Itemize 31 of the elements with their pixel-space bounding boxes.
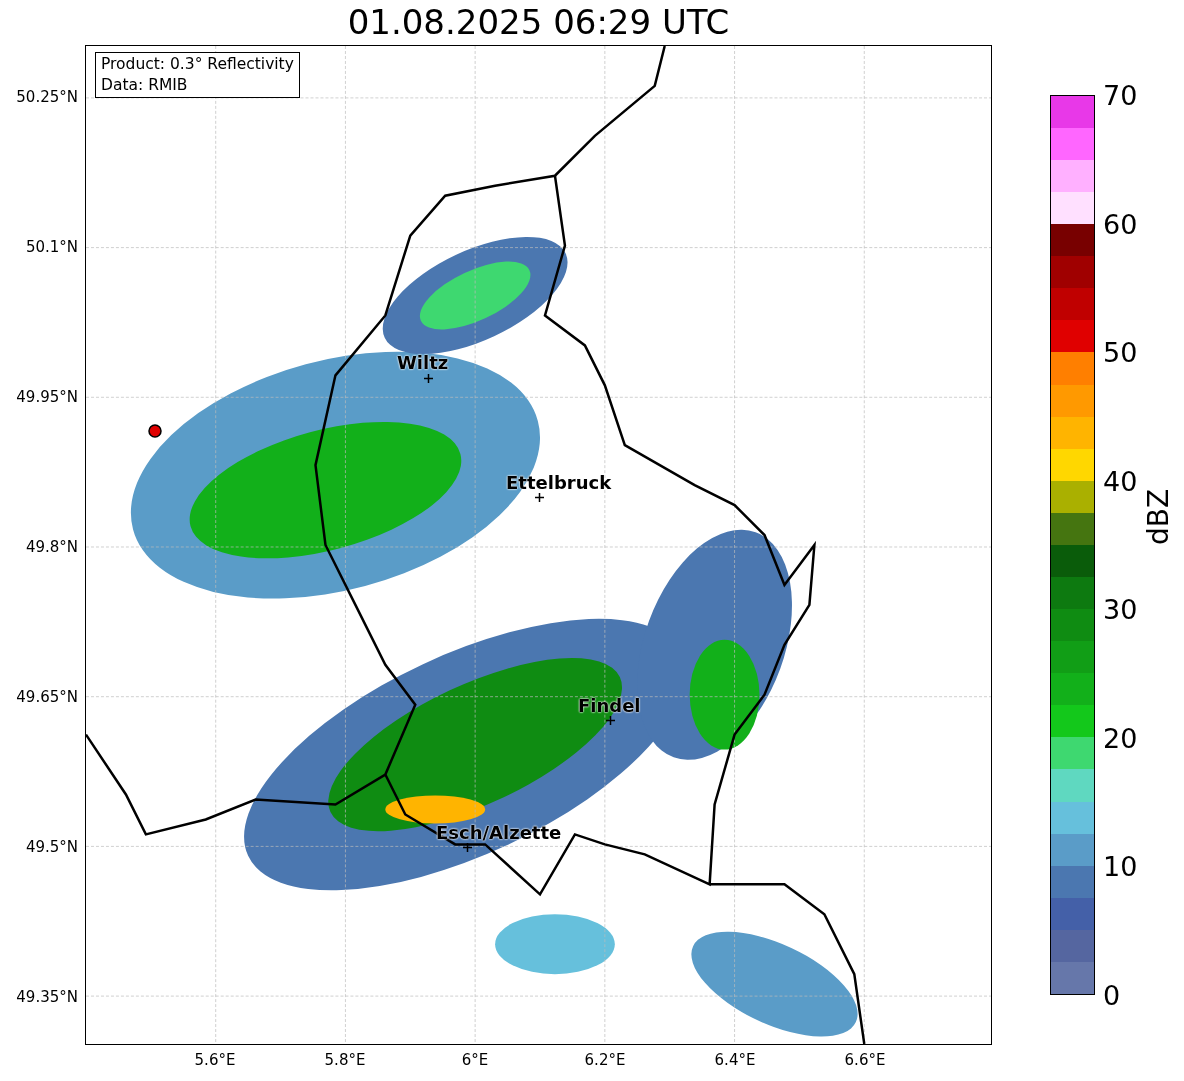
- product-label: Product: 0.3° Reflectivity: [101, 54, 294, 75]
- latitude-label: 49.95°N: [16, 386, 78, 408]
- colorbar-tick-label: 40: [1103, 467, 1138, 495]
- latitude-label: 49.35°N: [16, 986, 78, 1008]
- colorbar-tick-label: 60: [1103, 210, 1138, 238]
- chart-title: 01.08.2025 06:29 UTC: [346, 1, 731, 44]
- longitude-label: 6.4°E: [714, 1050, 756, 1071]
- colorbar-tick-label: 20: [1103, 724, 1138, 752]
- city-label: Wiltz: [397, 354, 449, 372]
- data-source-label: Data: RMIB: [101, 75, 189, 96]
- cross-marker-icon: [463, 843, 472, 852]
- colorbar-tick-label: 70: [1103, 81, 1138, 109]
- colorbar-tick-label: 0: [1103, 981, 1121, 1009]
- latitude-label: 50.25°N: [16, 86, 78, 108]
- latitude-label: 49.5°N: [25, 836, 78, 858]
- latitude-label: 49.8°N: [25, 536, 78, 558]
- longitude-label: 6.6°E: [844, 1050, 886, 1071]
- longitude-label: 6.2°E: [584, 1050, 626, 1071]
- longitude-label: 6°E: [461, 1050, 489, 1071]
- longitude-label: 5.6°E: [194, 1050, 236, 1071]
- cross-marker-icon: [606, 716, 615, 725]
- colorbar-tick-label: 10: [1103, 852, 1138, 880]
- cross-marker-icon: [535, 493, 544, 502]
- latitude-label: 49.65°N: [16, 686, 78, 708]
- cross-marker-icon: [424, 374, 433, 383]
- radar-site-icon: [147, 423, 163, 439]
- colorbar-tick-label: 50: [1103, 338, 1138, 366]
- colorbar-tick-label: 30: [1103, 595, 1138, 623]
- longitude-label: 5.8°E: [324, 1050, 366, 1071]
- colorbar-axis-label: dBZ: [1145, 488, 1173, 545]
- latitude-label: 50.1°N: [25, 236, 78, 258]
